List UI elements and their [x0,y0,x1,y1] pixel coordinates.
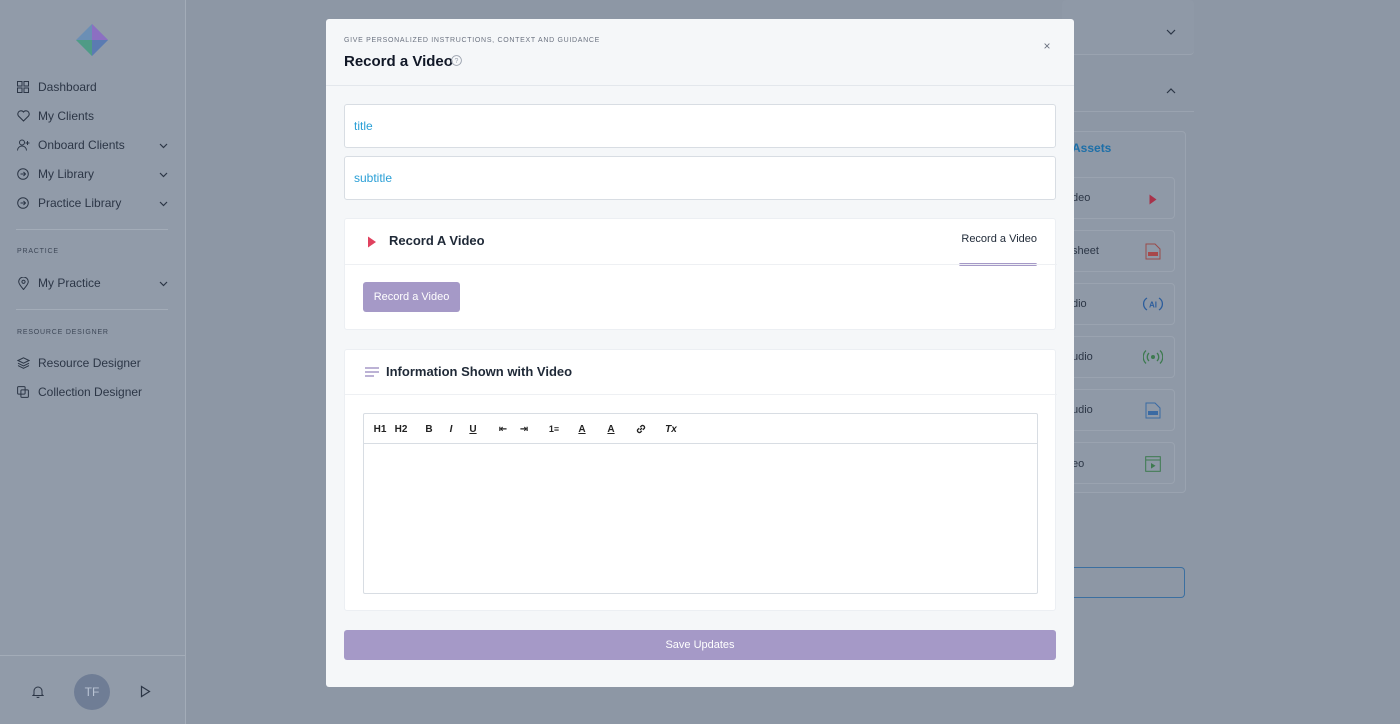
avatar[interactable]: TF [74,674,110,710]
close-button[interactable]: × [1040,39,1054,53]
highlight-color-button[interactable]: A [605,422,617,436]
italic-button[interactable]: I [445,422,457,436]
title-field[interactable] [344,104,1056,148]
sidebar-item-label: My Library [38,167,95,181]
text-lines-icon [365,367,379,377]
sidebar-item-my-library[interactable]: My Library [16,163,168,185]
title-input[interactable] [345,105,1055,147]
sidebar-item-my-practice[interactable]: My Practice [16,272,168,294]
rich-text-editor[interactable]: H1 H2 B I U ⇤ ⇥ 1≡ A A Tx [363,413,1038,594]
chevron-down-icon[interactable] [159,167,168,181]
info-section-title: Information Shown with Video [386,364,573,379]
audio-file-icon [1145,402,1161,424]
indent-button[interactable]: ⇥ [517,422,531,436]
heart-icon [16,109,30,123]
location-pin-icon [16,276,30,290]
bold-button[interactable]: B [423,422,435,436]
modal-eyebrow: GIVE PERSONALIZED INSTRUCTIONS, CONTEXT … [344,37,601,44]
sidebar-item-label: My Clients [38,109,95,123]
chevron-up-icon [1166,81,1176,99]
card-divider [345,394,1057,395]
sidebar-footer: TF [0,655,186,724]
sidebar-divider [16,309,168,310]
save-updates-button[interactable]: Save Updates [344,630,1056,660]
subtitle-field[interactable] [344,156,1056,200]
outdent-button[interactable]: ⇤ [496,422,510,436]
chevron-down-icon[interactable] [159,276,168,290]
play-icon[interactable] [140,685,151,703]
modal-title: Record a Video [344,53,453,70]
sidebar-item-dashboard[interactable]: Dashboard [16,76,168,98]
card-divider [345,264,1057,265]
assets-heading: Assets [1072,141,1112,155]
sidebar-item-label: Resource Designer [38,356,141,370]
underline-button[interactable]: U [467,422,479,436]
chevron-down-icon[interactable] [159,196,168,210]
asset-item-label: sheet [1072,245,1099,257]
chevron-down-icon [1166,22,1176,40]
sidebar-item-label: Dashboard [38,80,97,94]
heading-1-button[interactable]: H1 [372,422,388,436]
broadcast-icon [1142,349,1164,370]
sidebar-item-label: My Practice [38,276,101,290]
practice-section-label: PRACTICE [17,248,59,255]
sidebar-item-practice-library[interactable]: Practice Library [16,192,168,214]
subtitle-input[interactable] [345,157,1055,199]
svg-text:AI: AI [1149,301,1157,310]
sidebar-item-resource-designer[interactable]: Resource Designer [16,352,168,374]
grid-icon [16,80,30,94]
designer-section-label: RESOURCE DESIGNER [17,329,109,336]
record-section-title: Record A Video [389,233,485,248]
sidebar-item-onboard-clients[interactable]: Onboard Clients [16,134,168,156]
editor-toolbar: H1 H2 B I U ⇤ ⇥ 1≡ A A Tx [364,414,1037,444]
app-logo[interactable] [76,24,108,56]
arrow-circle-icon [16,167,30,181]
text-color-button[interactable]: A [576,422,588,436]
play-icon [1149,192,1157,210]
sidebar: Dashboard My Clients Onboard Clients My … [0,0,186,724]
sidebar-item-collection-designer[interactable]: Collection Designer [16,381,168,403]
ordered-list-button[interactable]: 1≡ [546,422,562,436]
arrow-circle-icon [16,196,30,210]
background-divider [1062,111,1194,112]
sidebar-item-label: Practice Library [38,196,122,210]
tab-record-video[interactable]: Record a Video [961,233,1037,245]
information-card: Information Shown with Video H1 H2 B I U… [344,349,1057,611]
heading-2-button[interactable]: H2 [393,422,409,436]
record-video-card: Record A Video Record a Video Record a V… [344,218,1057,330]
sidebar-item-label: Collection Designer [38,385,143,399]
background-input [1062,567,1185,598]
asset-item-label: udio [1072,351,1093,363]
user-plus-icon [16,138,30,152]
sidebar-item-my-clients[interactable]: My Clients [16,105,168,127]
link-icon[interactable] [634,422,648,436]
layers-icon [16,356,30,370]
sidebar-item-label: Onboard Clients [38,138,125,152]
bell-icon[interactable] [31,685,45,703]
clear-format-button[interactable]: Tx [664,422,678,436]
asset-item-label: dio [1072,298,1087,310]
chevron-down-icon[interactable] [159,138,168,152]
sidebar-divider [16,229,168,230]
play-icon [368,236,376,248]
ai-audio-icon: AI [1143,295,1163,318]
pdf-icon [1145,243,1161,265]
record-video-button[interactable]: Record a Video [363,282,460,312]
svg-text:?: ? [455,58,459,65]
video-file-icon [1145,456,1161,477]
asset-item-label: udio [1072,404,1093,416]
editor-content-area[interactable] [364,444,1037,593]
modal-header: GIVE PERSONALIZED INSTRUCTIONS, CONTEXT … [326,19,1074,86]
help-icon[interactable]: ? [451,55,462,66]
record-video-modal: GIVE PERSONALIZED INSTRUCTIONS, CONTEXT … [326,19,1074,687]
asset-item-label: deo [1072,192,1091,204]
copy-icon [16,385,30,399]
